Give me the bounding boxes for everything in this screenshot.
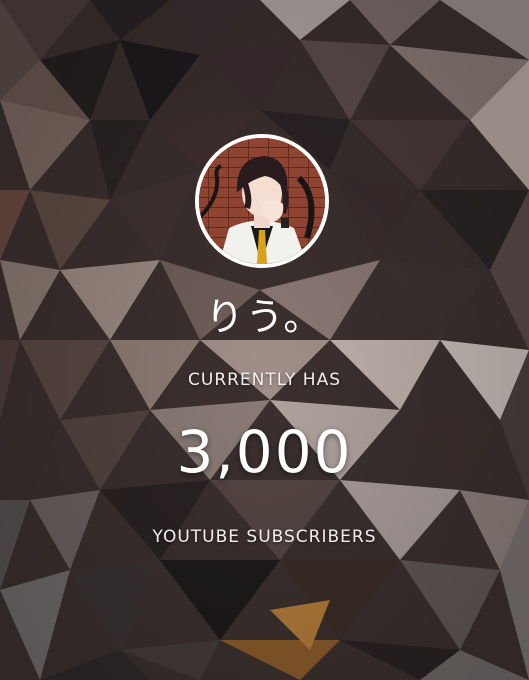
- channel-name: りう。: [205, 295, 324, 339]
- anime-character-avatar-icon: [199, 138, 325, 264]
- channel-avatar: [195, 134, 329, 268]
- subscribers-label: YOUTUBE SUBSCRIBERS: [152, 527, 377, 547]
- milestone-card: りう。 CURRENTLY HAS 3,000 YOUTUBE SUBSCRIB…: [0, 0, 529, 680]
- currently-has-label: CURRENTLY HAS: [188, 370, 341, 390]
- subscriber-count: 3,000: [176, 418, 353, 486]
